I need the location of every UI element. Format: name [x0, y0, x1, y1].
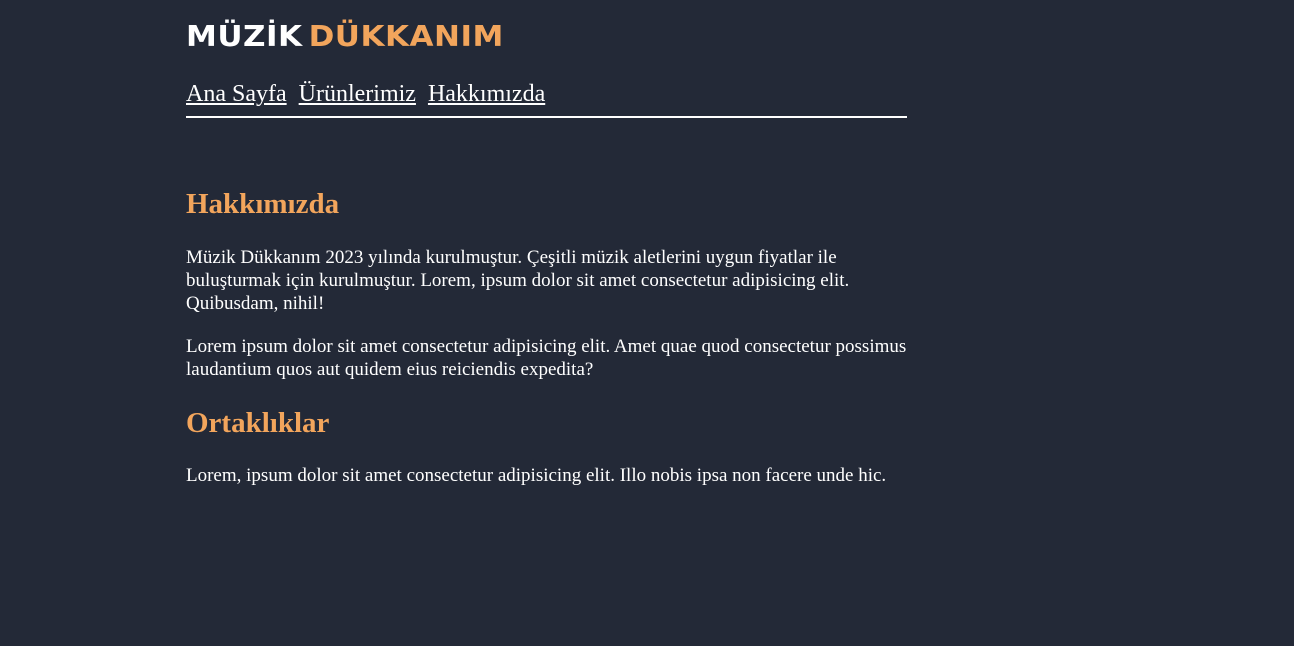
site-logo[interactable]: MÜZİK DÜKKANIM [186, 22, 504, 51]
logo-word-dukkanim: DÜKKANIM [308, 20, 504, 54]
nav-link-products[interactable]: Ürünlerimiz [299, 81, 416, 107]
nav-link-about[interactable]: Hakkımızda [428, 81, 545, 107]
nav-link-home[interactable]: Ana Sayfa [186, 81, 287, 107]
main-nav: Ana Sayfa Ürünlerimiz Hakkımızda [186, 80, 907, 118]
partners-paragraph-1: Lorem, ipsum dolor sit amet consectetur … [186, 465, 887, 486]
about-heading: Hakkımızda [186, 188, 340, 220]
logo-word-muzik: MÜZİK [186, 20, 303, 54]
partners-heading: Ortaklıklar [186, 407, 330, 439]
about-paragraph-2: Lorem ipsum dolor sit amet consectetur a… [186, 336, 907, 380]
about-paragraph-1: Müzik Dükkanım 2023 yılında kurulmuştur.… [186, 247, 850, 314]
